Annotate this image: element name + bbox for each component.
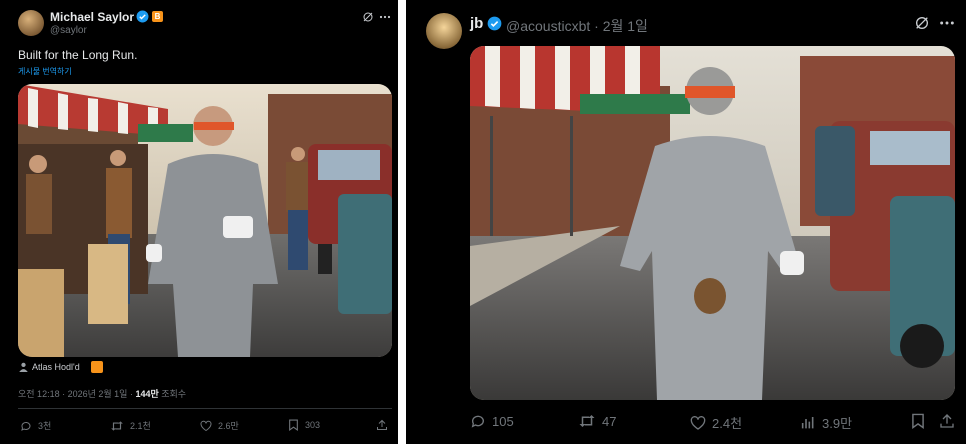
post-text: Built for the Long Run. xyxy=(18,48,138,62)
views-count: 3.9만 xyxy=(822,416,853,431)
divider-line xyxy=(18,408,392,409)
reply-button[interactable]: 3천 xyxy=(20,419,51,432)
heart-icon xyxy=(690,415,706,430)
runner-back-photo xyxy=(470,46,955,400)
author-handle[interactable]: @saylor xyxy=(50,25,87,36)
post-image[interactable] xyxy=(470,46,955,400)
person-icon xyxy=(19,362,28,372)
views-button[interactable]: 3.9만 xyxy=(800,413,852,432)
avatar[interactable] xyxy=(18,10,44,36)
views-label: 조회수 xyxy=(158,389,187,399)
repost-count: 2.1천 xyxy=(130,421,151,431)
like-button[interactable]: 2.4천 xyxy=(690,413,742,432)
bookmark-icon[interactable] xyxy=(911,413,925,429)
bookmark-icon xyxy=(289,419,298,431)
reply-count: 3천 xyxy=(38,421,52,431)
post-meta: @acousticxbt · 2월 1일 xyxy=(506,16,648,36)
repost-icon xyxy=(111,420,123,431)
panel-divider xyxy=(398,0,406,444)
post-image[interactable] xyxy=(18,84,392,357)
like-button[interactable]: 2.6만 xyxy=(200,419,239,432)
like-count: 2.6만 xyxy=(218,421,239,431)
more-options-icon[interactable] xyxy=(939,18,955,28)
runner-market-photo xyxy=(18,84,392,357)
reply-button[interactable]: 105 xyxy=(470,413,514,429)
more-options-icon[interactable] xyxy=(379,12,391,22)
bookmark-button[interactable]: 303 xyxy=(288,419,320,431)
share-icon[interactable] xyxy=(376,419,388,431)
repost-button[interactable]: 47 xyxy=(578,413,616,429)
repost-count: 47 xyxy=(602,413,617,429)
share-icon[interactable] xyxy=(939,413,955,429)
author-name[interactable]: jb xyxy=(470,15,483,32)
left-post: Michael Saylor B @saylor Built for the L… xyxy=(0,0,398,444)
credit-badge-icon xyxy=(91,361,103,373)
grok-icon[interactable] xyxy=(362,11,374,23)
repost-button[interactable]: 2.1천 xyxy=(110,419,151,432)
views-chart-icon xyxy=(801,416,814,428)
author-name[interactable]: Michael Saylor xyxy=(50,10,134,24)
media-credit[interactable]: Atlas Hodl'd xyxy=(32,362,80,372)
verified-icon xyxy=(136,10,149,23)
repost-icon xyxy=(579,415,595,427)
verified-icon xyxy=(487,16,502,31)
like-count: 2.4천 xyxy=(712,416,743,431)
views-count: 144만 xyxy=(135,389,159,399)
heart-icon xyxy=(200,420,212,431)
right-post: jb @acousticxbt · 2월 1일 105 47 2.4천 3.9만 xyxy=(406,0,966,444)
grok-icon[interactable] xyxy=(914,15,930,31)
timestamp-text[interactable]: 오전 12:18 · 2026년 2월 1일 · xyxy=(18,389,135,399)
bookmark-count: 303 xyxy=(305,420,321,430)
post-date[interactable]: · 2월 1일 xyxy=(594,18,648,34)
avatar[interactable] xyxy=(426,13,462,49)
bitcoin-badge-icon: B xyxy=(152,11,163,22)
reply-icon xyxy=(471,415,484,428)
post-timestamp: 오전 12:18 · 2026년 2월 1일 · 144만 조회수 xyxy=(18,387,186,400)
author-handle[interactable]: @acousticxbt xyxy=(506,18,590,34)
translate-link[interactable]: 게시물 번역하기 xyxy=(18,66,72,77)
reply-icon xyxy=(21,421,31,431)
reply-count: 105 xyxy=(492,413,514,429)
